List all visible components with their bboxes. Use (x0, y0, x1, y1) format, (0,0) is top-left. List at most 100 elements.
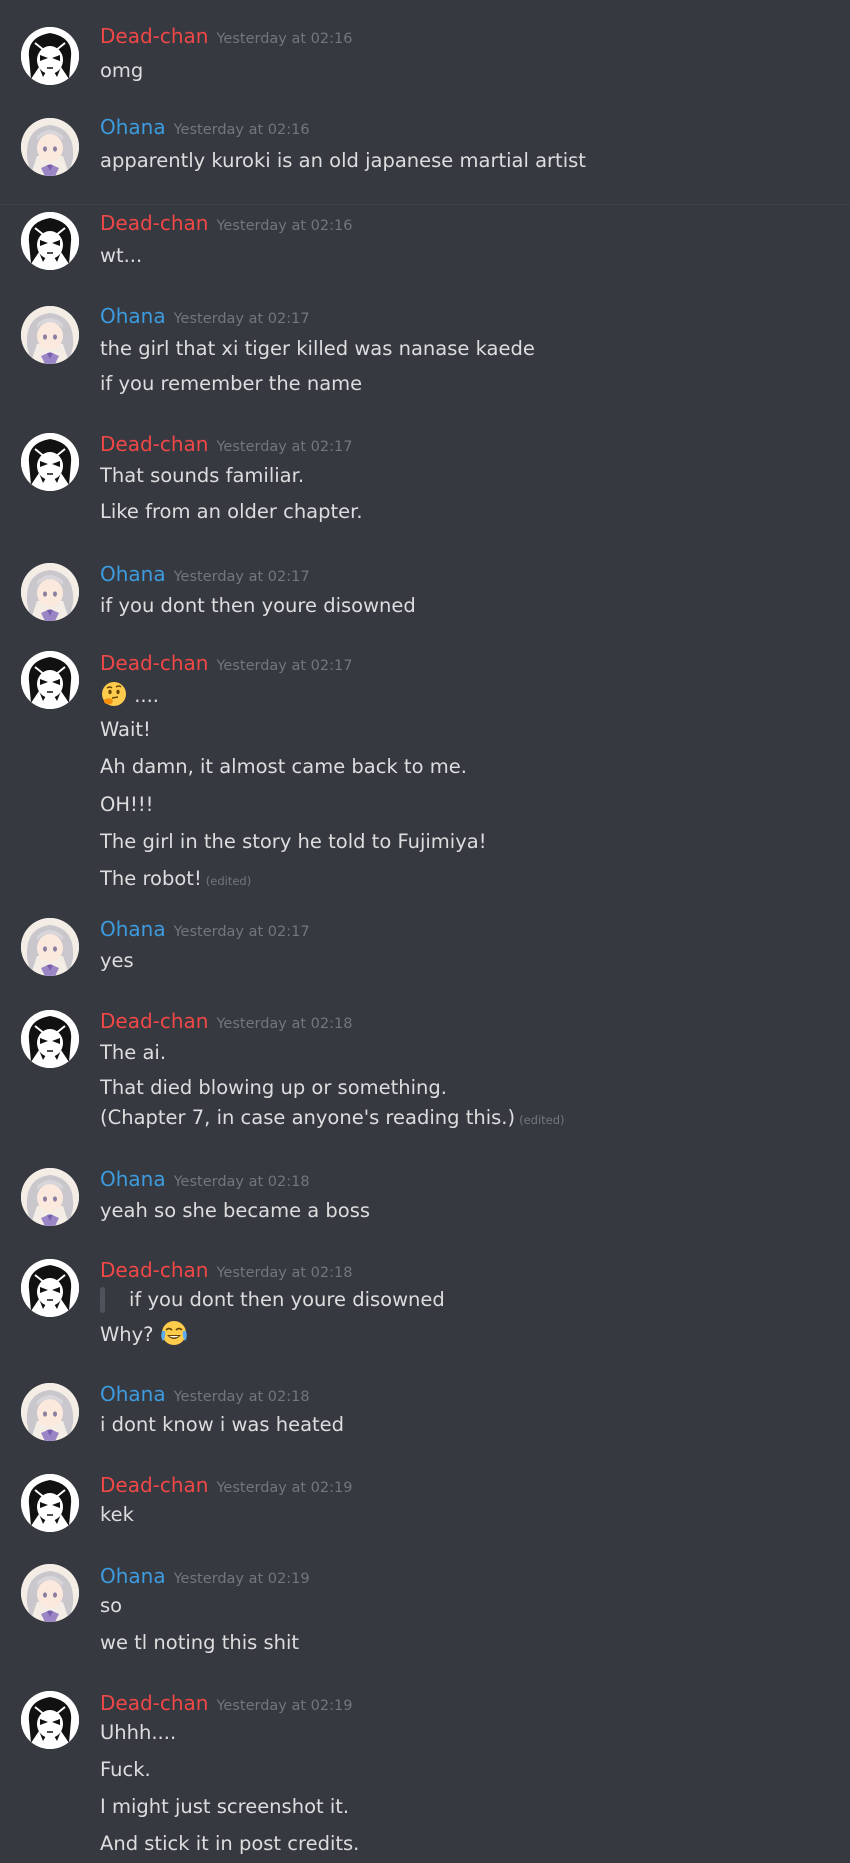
author-name[interactable]: Dead-chan (100, 1691, 208, 1715)
message-text: i dont know i was heated (100, 1413, 345, 1436)
avatar-dead-chan[interactable] (21, 1691, 79, 1749)
message-text: wt... (100, 244, 143, 267)
avatar-ohana[interactable] (21, 1564, 79, 1622)
message-header: Ohana Yesterday at 02:16 (100, 114, 310, 140)
author-name[interactable]: Ohana (100, 917, 166, 941)
message-text: That died blowing up or something. (100, 1076, 447, 1099)
message-text: Why? (100, 1319, 188, 1348)
timestamp: Yesterday at 02:18 (216, 1016, 353, 1032)
message-header: Ohana Yesterday at 02:17 (100, 303, 310, 329)
message-header: Dead-chan Yesterday at 02:17 (100, 650, 352, 676)
timestamp: Yesterday at 02:18 (173, 1389, 310, 1405)
message-text: The girl in the story he told to Fujimiy… (100, 830, 487, 853)
message-header: Dead-chan Yesterday at 02:19 (100, 1690, 352, 1716)
avatar-ohana[interactable] (21, 918, 79, 976)
message-header: Dead-chan Yesterday at 02:16 (100, 23, 352, 49)
message-text: Wait! (100, 718, 151, 741)
message-header: Ohana Yesterday at 02:17 (100, 916, 310, 942)
avatar-ohana[interactable] (21, 1168, 79, 1226)
author-name[interactable]: Dead-chan (100, 24, 208, 48)
timestamp: Yesterday at 02:17 (173, 924, 310, 940)
message-text: Fuck. (100, 1758, 151, 1781)
edited-label: (edited) (205, 874, 252, 888)
message-text: And stick it in post credits. (100, 1832, 360, 1855)
message-header: Dead-chan Yesterday at 02:18 (100, 1008, 352, 1034)
message-header: Ohana Yesterday at 02:17 (100, 561, 310, 587)
author-name[interactable]: Ohana (100, 304, 166, 328)
author-name[interactable]: Dead-chan (100, 432, 208, 456)
timestamp: Yesterday at 02:16 (216, 31, 353, 47)
message-text-span: Why? (100, 1323, 154, 1346)
author-name[interactable]: Dead-chan (100, 1009, 208, 1033)
timestamp: Yesterday at 02:17 (216, 658, 353, 674)
message-text: The ai. (100, 1041, 167, 1064)
message-text: yes (100, 949, 134, 972)
avatar-dead-chan[interactable] (21, 27, 79, 85)
avatar-dead-chan[interactable] (21, 1474, 79, 1532)
message-text: if you dont then youre disowned (100, 594, 416, 617)
joy-emoji-icon (160, 1321, 187, 1345)
avatar-ohana[interactable] (21, 306, 79, 364)
message-text-span: The robot! (100, 867, 202, 890)
author-name[interactable]: Dead-chan (100, 1473, 208, 1497)
message-text: so (100, 1594, 123, 1617)
message-header: Dead-chan Yesterday at 02:19 (100, 1472, 352, 1498)
timestamp: Yesterday at 02:19 (173, 1571, 310, 1587)
message-header: Ohana Yesterday at 02:18 (100, 1166, 310, 1192)
message-text: (Chapter 7, in case anyone's reading thi… (100, 1105, 565, 1133)
message-text-span: .... (134, 684, 159, 707)
message-text: we tl noting this shit (100, 1631, 300, 1654)
author-name[interactable]: Ohana (100, 1564, 166, 1588)
chat-messages: Dead-chan Yesterday at 02:16 omg Ohana Yes… (0, 0, 850, 1863)
message-text: That sounds familiar. (100, 464, 305, 487)
avatar-dead-chan[interactable] (21, 1010, 79, 1068)
timestamp: Yesterday at 02:19 (216, 1480, 353, 1496)
author-name[interactable]: Dead-chan (100, 651, 208, 675)
avatar-ohana[interactable] (21, 1383, 79, 1441)
timestamp: Yesterday at 02:17 (173, 569, 310, 585)
timestamp: Yesterday at 02:17 (173, 311, 310, 327)
quoted-text: if you dont then youre disowned (129, 1288, 445, 1311)
timestamp: Yesterday at 02:16 (216, 218, 353, 234)
message-text-span: (Chapter 7, in case anyone's reading thi… (100, 1106, 516, 1129)
avatar-dead-chan[interactable] (21, 433, 79, 491)
message-divider (0, 204, 850, 205)
quote-block: if you dont then youre disowned (100, 1287, 445, 1313)
message-text: kek (100, 1503, 134, 1526)
message-header: Dead-chan Yesterday at 02:18 (100, 1257, 352, 1283)
timestamp: Yesterday at 02:18 (173, 1174, 310, 1190)
message-text: yeah so she became a boss (100, 1199, 371, 1222)
message-text: .... (100, 680, 159, 709)
quote-bar (100, 1287, 105, 1313)
timestamp: Yesterday at 02:16 (173, 122, 310, 138)
timestamp: Yesterday at 02:19 (216, 1698, 353, 1714)
avatar-dead-chan[interactable] (21, 651, 79, 709)
message-header: Dead-chan Yesterday at 02:16 (100, 210, 352, 236)
message-text: Ah damn, it almost came back to me. (100, 755, 467, 778)
author-name[interactable]: Ohana (100, 115, 166, 139)
message-text: The robot! (edited) (100, 866, 251, 894)
edited-label: (edited) (519, 1113, 565, 1127)
message-text: if you remember the name (100, 372, 363, 395)
message-text: Uhhh.... (100, 1721, 177, 1744)
message-text: omg (100, 59, 144, 82)
message-header: Ohana Yesterday at 02:18 (100, 1381, 310, 1407)
avatar-dead-chan[interactable] (21, 1259, 79, 1317)
timestamp: Yesterday at 02:17 (216, 439, 353, 455)
author-name[interactable]: Ohana (100, 1382, 166, 1406)
author-name[interactable]: Dead-chan (100, 211, 208, 235)
timestamp: Yesterday at 02:18 (216, 1265, 353, 1281)
author-name[interactable]: Dead-chan (100, 1258, 208, 1282)
message-header: Dead-chan Yesterday at 02:17 (100, 431, 352, 457)
author-name[interactable]: Ohana (100, 562, 166, 586)
avatar-dead-chan[interactable] (21, 212, 79, 270)
message-text: OH!!! (100, 793, 154, 816)
avatar-ohana[interactable] (21, 563, 79, 621)
message-header: Ohana Yesterday at 02:19 (100, 1563, 310, 1589)
message-text: apparently kuroki is an old japanese mar… (100, 149, 586, 172)
message-text: Like from an older chapter. (100, 500, 363, 523)
author-name[interactable]: Ohana (100, 1167, 166, 1191)
message-text: the girl that xi tiger killed was nanase… (100, 337, 535, 360)
thinking-emoji-icon (102, 682, 126, 706)
avatar-ohana[interactable] (21, 118, 79, 176)
